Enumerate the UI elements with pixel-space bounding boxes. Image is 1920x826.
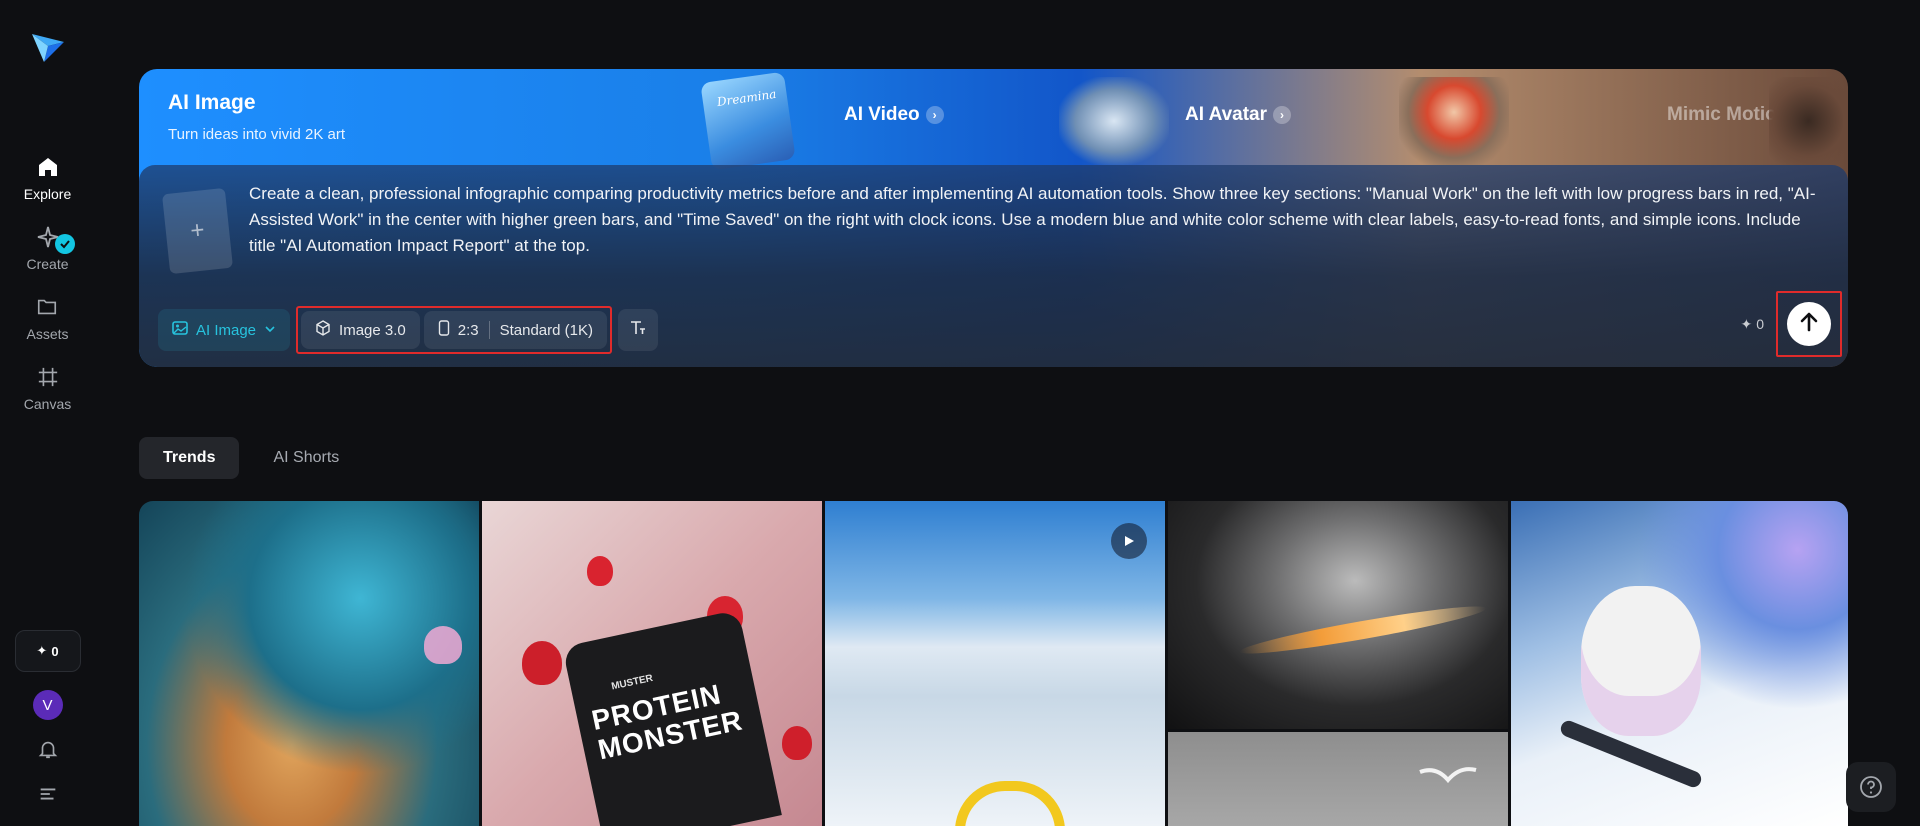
promo-ai-avatar[interactable]: AI Avatar ›: [1059, 69, 1389, 165]
promo-mimic-motion[interactable]: Mimic Motion ›: [1399, 69, 1848, 165]
generation-toolbar: AI Image Image 3.0 2:3 Standard (1K): [158, 306, 658, 354]
quality-label: Standard (1K): [499, 321, 593, 339]
send-area: ✦ 0: [1740, 291, 1842, 357]
polar-bear-shape: [1581, 586, 1701, 736]
jellyfish-shape: [424, 626, 462, 664]
sidebar-item-label: Explore: [23, 186, 72, 202]
promo-plane-thumbnail: [1059, 77, 1169, 165]
ratio-quality-button[interactable]: 2:3 Standard (1K): [423, 311, 607, 349]
play-video-button[interactable]: [1111, 523, 1147, 559]
app-logo-icon[interactable]: [30, 28, 66, 64]
chevron-right-icon: ›: [925, 106, 944, 124]
sparkle-icon: ✦: [36, 643, 48, 658]
sidebar-item-label: Canvas: [23, 396, 72, 412]
mode-dropdown[interactable]: AI Image: [158, 309, 291, 351]
ratio-label: 2:3: [457, 321, 479, 339]
generation-cost: ✦ 0: [1740, 316, 1764, 333]
text-style-button[interactable]: [618, 309, 658, 351]
credits-button[interactable]: ✦ 0: [14, 630, 81, 672]
promo-label: AI Avatar: [1185, 104, 1268, 125]
gallery-card-protein[interactable]: MUSTER PROTEIN MONSTER: [482, 501, 822, 826]
aspect-ratio-icon: [438, 320, 450, 340]
sidebar-bottom: ✦ 0 V: [14, 630, 81, 810]
page-subtitle: Turn ideas into vivid 2K art: [168, 126, 346, 143]
page-title: AI Image: [168, 91, 256, 114]
seagull-shape: [1419, 767, 1477, 784]
sidebar-nav: Explore Create Assets Canvas: [24, 154, 75, 412]
gallery-card-polar-bear[interactable]: [1511, 501, 1848, 826]
promo-dancer-thumbnail: [1769, 77, 1848, 165]
chevron-down-icon: [264, 322, 276, 339]
sidebar-item-canvas[interactable]: Canvas: [24, 364, 71, 412]
promo-video-thumbnail: Dreamina: [700, 71, 796, 171]
avatar[interactable]: V: [32, 690, 63, 720]
plus-icon: +: [189, 216, 206, 245]
promo-avatar-thumbnail: [1399, 77, 1509, 165]
play-icon: [1125, 536, 1134, 546]
sidebar-item-label: Create: [26, 256, 69, 272]
arrow-up-icon: [1798, 311, 1820, 338]
model-settings-group: Image 3.0 2:3 Standard (1K): [296, 306, 612, 354]
promo-thumb-text: Dreamina: [716, 86, 778, 110]
promo-ai-video[interactable]: Dreamina AI Video ›: [694, 69, 1034, 171]
sidebar-item-explore[interactable]: Explore: [24, 154, 71, 202]
divider: [488, 321, 490, 339]
credits-count: 0: [51, 643, 59, 659]
gallery-card-paraglider[interactable]: [825, 501, 1165, 826]
upload-reference-button[interactable]: +: [161, 187, 234, 275]
gallery-card-underwater[interactable]: [139, 501, 479, 826]
image-icon: [172, 320, 188, 340]
folder-icon: [34, 294, 60, 320]
cost-value: 0: [1756, 316, 1764, 332]
text-format-icon: [629, 319, 647, 341]
generate-button[interactable]: [1787, 302, 1831, 346]
strawberry-shape: [782, 726, 812, 760]
tab-trends[interactable]: Trends: [139, 437, 240, 479]
light-streak-shape: [1238, 599, 1488, 661]
trends-gallery: MUSTER PROTEIN MONSTER: [139, 501, 1848, 826]
canvas-icon: [35, 364, 61, 390]
create-icon: [35, 224, 75, 254]
gallery-card-seagull[interactable]: [1168, 732, 1508, 826]
glider-wing-shape: [955, 781, 1065, 826]
chevron-right-icon: ›: [1273, 106, 1292, 124]
bell-icon[interactable]: [37, 738, 59, 765]
promo-label: AI Video: [844, 104, 920, 125]
sidebar-item-label: Assets: [26, 326, 69, 342]
sidebar-item-create[interactable]: Create: [26, 224, 75, 272]
cube-icon: [315, 320, 331, 340]
gallery-card-sculpture[interactable]: [1168, 501, 1508, 729]
prompt-area: + Create a clean, professional infograph…: [139, 165, 1848, 367]
hero-header: AI Image Turn ideas into vivid 2K art Dr…: [139, 69, 1848, 171]
generation-panel: AI Image Turn ideas into vivid 2K art Dr…: [139, 69, 1848, 367]
sidebar-item-assets[interactable]: Assets: [26, 294, 69, 342]
menu-icon[interactable]: [37, 783, 59, 810]
prompt-input[interactable]: Create a clean, professional infographic…: [249, 181, 1829, 259]
model-label: Image 3.0: [339, 321, 406, 339]
strawberry-shape: [587, 556, 613, 586]
help-button[interactable]: [1846, 762, 1896, 812]
sidebar: Explore Create Assets Canvas ✦ 0 V: [0, 0, 95, 826]
strawberry-shape: [522, 641, 562, 685]
check-badge-icon: [54, 234, 75, 254]
explore-tabs: Trends AI Shorts: [139, 437, 363, 479]
jar-brand: MUSTER: [610, 672, 655, 693]
home-icon: [35, 154, 61, 180]
question-icon: [1860, 776, 1882, 798]
tab-ai-shorts[interactable]: AI Shorts: [249, 437, 363, 479]
model-select-button[interactable]: Image 3.0: [301, 311, 420, 349]
sparkle-icon: ✦: [1740, 315, 1753, 332]
send-button-highlight: [1776, 291, 1842, 357]
protein-jar: MUSTER PROTEIN MONSTER: [562, 609, 782, 826]
mode-label: AI Image: [196, 321, 257, 339]
